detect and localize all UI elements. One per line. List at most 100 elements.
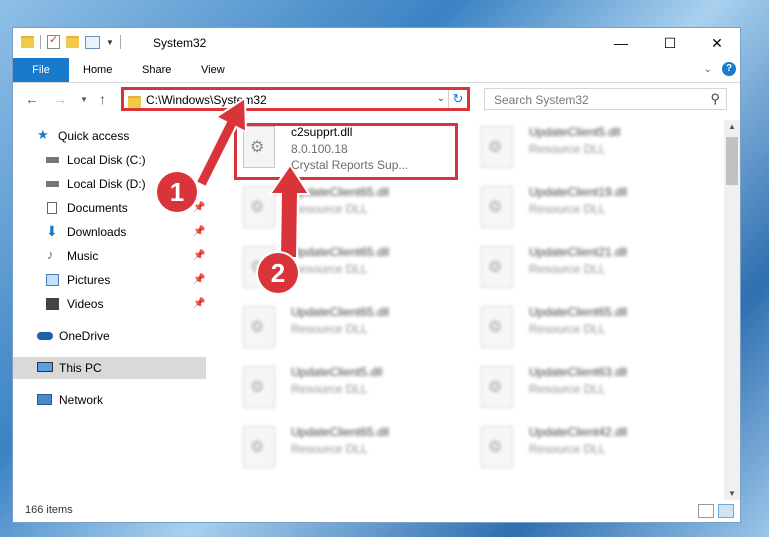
dll-file-icon xyxy=(481,186,513,228)
documents-icon xyxy=(47,202,57,214)
file-type: Resource DLL xyxy=(529,382,606,396)
item-count: 166 items xyxy=(25,504,73,516)
pin-icon[interactable]: 📌 xyxy=(193,245,205,267)
back-arrow-icon[interactable]: ← xyxy=(25,91,39,107)
sidebar-item-this-pc[interactable]: This PC xyxy=(13,357,206,379)
file-name: UpdateClient65.dll xyxy=(291,185,390,199)
file-highlight-box xyxy=(234,123,458,180)
sidebar-item-videos[interactable]: Videos 📌 xyxy=(13,293,206,315)
search-icon[interactable]: ⚲ xyxy=(710,91,720,107)
dll-file-icon xyxy=(481,366,513,408)
tab-home[interactable]: Home xyxy=(83,58,112,82)
file-name: UpdateClient63.dll xyxy=(529,365,628,379)
callout-step-2: 2 xyxy=(258,253,298,293)
large-icons-view-icon[interactable] xyxy=(718,504,734,518)
file-name: UpdateClient19.dll xyxy=(529,185,628,199)
sidebar-item-local-disk-c[interactable]: Local Disk (C:) xyxy=(13,149,206,171)
dll-file-icon xyxy=(243,306,275,348)
sidebar-item-label: Local Disk (D:) xyxy=(67,177,146,191)
customize-toolbar-chevron-icon[interactable]: ▼ xyxy=(106,38,114,47)
file-tile[interactable]: UpdateClient65.dll Resource DLL xyxy=(231,420,461,478)
tab-share[interactable]: Share xyxy=(142,58,171,82)
sidebar-item-label: Downloads xyxy=(67,225,127,239)
music-icon: ♪ xyxy=(47,247,54,262)
sidebar-item-label: Pictures xyxy=(67,273,111,287)
sidebar-item-music[interactable]: ♪ Music 📌 xyxy=(13,245,206,267)
close-button[interactable]: ✕ xyxy=(694,28,740,58)
file-tile[interactable]: UpdateClient5.dll Resource DLL xyxy=(231,360,461,418)
new-folder-icon[interactable] xyxy=(66,36,79,48)
scrollbar-thumb[interactable] xyxy=(726,137,738,185)
folder-icon xyxy=(21,36,34,48)
file-type: Resource DLL xyxy=(291,202,368,216)
explorer-window: ▼ System32 — ☐ ✕ File Home Share View ⌄ … xyxy=(12,27,741,523)
address-path[interactable]: C:\Windows\System32 xyxy=(146,93,267,107)
star-icon: ★ xyxy=(37,127,49,142)
sidebar-item-label: Videos xyxy=(67,297,104,311)
file-type: Resource DLL xyxy=(529,322,606,336)
sidebar-item-pictures[interactable]: Pictures 📌 xyxy=(13,269,206,291)
view-properties-icon[interactable] xyxy=(85,35,100,49)
file-tile[interactable]: UpdateClient42.dll Resource DLL xyxy=(469,420,699,478)
ribbon-tabs: File Home Share View ⌄ ? xyxy=(13,58,740,83)
file-type: Resource DLL xyxy=(529,262,606,276)
sidebar-item-label: Local Disk (C:) xyxy=(67,153,146,167)
scroll-up-icon[interactable]: ▲ xyxy=(724,122,740,131)
cloud-icon xyxy=(37,332,53,340)
pin-icon[interactable]: 📌 xyxy=(193,269,205,291)
drive-icon xyxy=(46,157,59,163)
help-icon[interactable]: ? xyxy=(722,62,736,76)
drive-icon xyxy=(46,181,59,187)
navigation-bar: ← → ▼ ↑ C:\Windows\System32 ⌄ ↻ Search S… xyxy=(13,84,740,116)
file-tile[interactable]: UpdateClient5.dll Resource DLL xyxy=(469,120,699,178)
ribbon-right-controls: ⌄ ? xyxy=(704,62,736,76)
file-name: UpdateClient65.dll xyxy=(291,425,390,439)
sidebar-item-downloads[interactable]: ⬇ Downloads 📌 xyxy=(13,221,206,243)
file-tile[interactable]: UpdateClient21.dll Resource DLL xyxy=(469,240,699,298)
tab-file[interactable]: File xyxy=(13,58,69,82)
file-tile[interactable]: UpdateClient19.dll Resource DLL xyxy=(469,180,699,238)
file-tile[interactable]: UpdateClient65.dll Resource DLL xyxy=(231,300,461,358)
file-tile[interactable]: UpdateClient65.dll Resource DLL xyxy=(469,300,699,358)
scroll-down-icon[interactable]: ▼ xyxy=(724,489,740,498)
file-type: Resource DLL xyxy=(291,382,368,396)
sidebar-item-network[interactable]: Network xyxy=(13,389,206,411)
file-type: Resource DLL xyxy=(291,442,368,456)
recent-locations-chevron-icon[interactable]: ▼ xyxy=(80,95,88,104)
folder-icon xyxy=(128,96,141,108)
vertical-scrollbar[interactable]: ▲ ▼ xyxy=(724,120,740,500)
sidebar-item-label: Quick access xyxy=(58,129,130,143)
properties-check-icon[interactable] xyxy=(47,33,60,49)
address-bar[interactable]: C:\Windows\System32 ⌄ ↻ xyxy=(121,87,470,111)
status-bar: 166 items xyxy=(13,500,740,522)
forward-arrow-icon[interactable]: → xyxy=(53,91,67,107)
maximize-button[interactable]: ☐ xyxy=(647,28,693,58)
network-icon xyxy=(37,394,52,405)
address-dropdown-chevron-icon[interactable]: ⌄ xyxy=(437,93,445,104)
download-icon: ⬇ xyxy=(46,223,58,239)
up-arrow-icon[interactable]: ↑ xyxy=(99,91,106,107)
view-toggle xyxy=(698,504,734,518)
quick-access-toolbar: ▼ xyxy=(21,33,121,49)
file-type: Resource DLL xyxy=(529,202,606,216)
details-view-icon[interactable] xyxy=(698,504,714,518)
expand-ribbon-chevron-icon[interactable]: ⌄ xyxy=(704,64,712,75)
sidebar-item-quick-access[interactable]: ★ Quick access xyxy=(13,125,206,147)
search-input[interactable]: Search System32 ⚲ xyxy=(484,88,727,110)
pin-icon[interactable]: 📌 xyxy=(193,293,205,315)
pin-icon[interactable]: 📌 xyxy=(193,221,205,243)
dll-file-icon xyxy=(481,306,513,348)
sidebar-item-onedrive[interactable]: OneDrive xyxy=(13,325,206,347)
file-type: Resource DLL xyxy=(291,322,368,336)
dll-file-icon xyxy=(243,186,275,228)
file-name: UpdateClient65.dll xyxy=(291,305,390,319)
file-name: UpdateClient21.dll xyxy=(529,245,628,259)
file-type: Resource DLL xyxy=(529,442,606,456)
file-tile[interactable]: UpdateClient65.dll Resource DLL xyxy=(231,180,461,238)
refresh-icon[interactable]: ↻ xyxy=(448,90,467,108)
tab-view[interactable]: View xyxy=(201,58,225,82)
file-type: Resource DLL xyxy=(291,262,368,276)
minimize-button[interactable]: — xyxy=(598,28,644,58)
title-bar: ▼ System32 — ☐ ✕ xyxy=(13,28,740,58)
file-tile[interactable]: UpdateClient63.dll Resource DLL xyxy=(469,360,699,418)
